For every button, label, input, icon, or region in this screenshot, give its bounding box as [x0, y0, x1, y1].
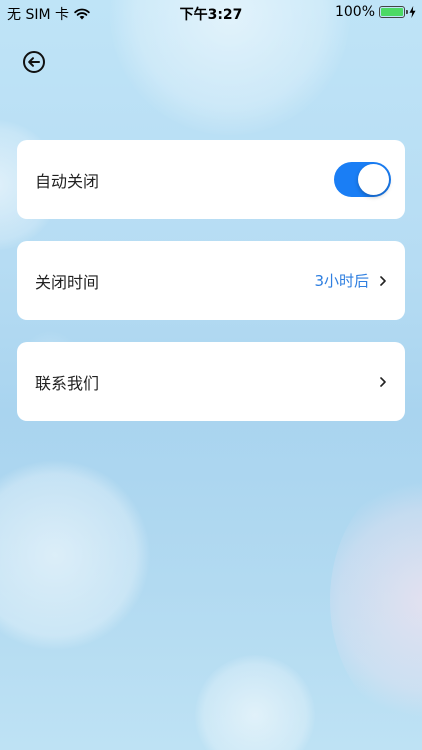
back-arrow-icon — [23, 51, 45, 73]
toggle-knob — [358, 164, 389, 195]
bokeh-circle — [0, 460, 150, 650]
contact-us-right — [379, 376, 387, 388]
battery-icon — [379, 6, 408, 18]
status-bar: 无 SIM 卡 下午3:27 100% — [0, 0, 422, 24]
contact-us-label: 联系我们 — [35, 373, 100, 393]
back-button[interactable] — [20, 48, 48, 76]
battery-cap — [406, 10, 408, 14]
close-time-row[interactable]: 关闭时间 3小时后 — [17, 241, 405, 320]
close-time-right: 3小时后 — [314, 270, 387, 291]
battery-percent: 100% — [334, 4, 375, 20]
contact-us-row[interactable]: 联系我们 — [17, 342, 405, 421]
auto-close-label: 自动关闭 — [35, 171, 100, 191]
chevron-right-icon — [380, 275, 386, 286]
bokeh-circle — [330, 470, 422, 730]
bolt-icon — [409, 6, 416, 18]
chevron-right-icon — [380, 376, 386, 387]
status-right: 100% — [335, 4, 416, 20]
bokeh-circle — [195, 655, 315, 750]
auto-close-row: 自动关闭 — [17, 140, 405, 219]
battery-level — [381, 8, 403, 16]
close-time-label: 关闭时间 — [35, 272, 100, 292]
close-time-value: 3小时后 — [314, 272, 369, 290]
auto-close-toggle[interactable] — [334, 162, 391, 197]
